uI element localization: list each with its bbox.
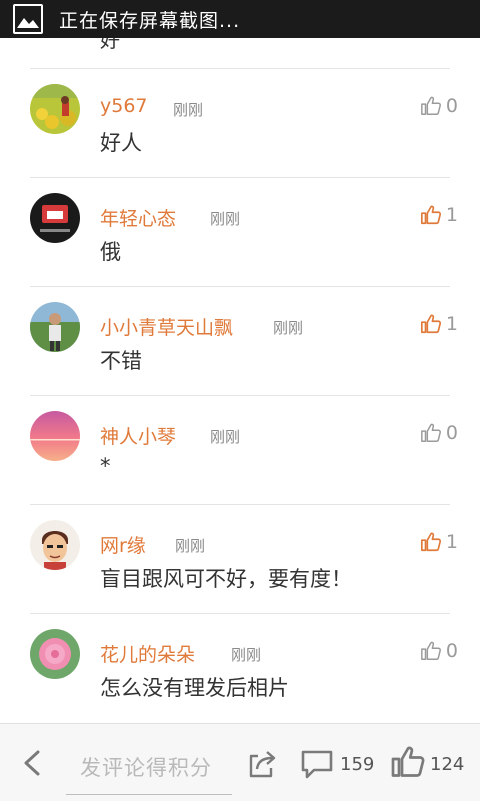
thumb-up-icon [421, 96, 441, 115]
avatar[interactable] [30, 302, 80, 352]
like-count: 1 [445, 531, 458, 553]
comment-time: 刚刚 [210, 210, 241, 228]
comment-text: 怎么没有理发后相片 [100, 676, 289, 700]
like-button[interactable]: 0 [420, 95, 458, 117]
share-icon[interactable] [246, 748, 278, 780]
comment-item: 小小青草天山飘 刚刚 1 不错 [0, 287, 480, 396]
like-count: 0 [445, 422, 458, 444]
bottom-toolbar: 发评论得积分 159 124 [0, 723, 480, 801]
thumb-up-icon [420, 314, 441, 334]
comment-text: 不错 [100, 349, 142, 373]
comment-text: 好人 [100, 131, 142, 155]
like-count: 1 [445, 204, 458, 226]
comment-author[interactable]: 年轻心态 [100, 204, 176, 231]
status-bar: 正在保存屏幕截图... [0, 0, 480, 38]
status-bar-title: 正在保存屏幕截图... [59, 9, 241, 32]
thumb-up-icon [421, 423, 441, 442]
image-icon [13, 4, 43, 34]
avatar[interactable] [30, 193, 80, 243]
comment-text: 盲目跟风可不好，要有度！ [100, 567, 352, 591]
comment-time: 刚刚 [231, 646, 262, 664]
like-count: 0 [445, 640, 458, 662]
back-arrow-icon[interactable] [18, 748, 48, 778]
avatar[interactable] [30, 520, 80, 570]
comment-item: 花儿的朵朵 刚刚 0 怎么没有理发后相片 [0, 614, 480, 723]
like-total-count: 124 [430, 754, 465, 775]
like-count: 0 [445, 95, 458, 117]
thumb-up-icon[interactable] [390, 744, 426, 780]
comment-text: * [100, 454, 111, 478]
comment-author[interactable]: 网r缘 [100, 531, 146, 558]
comment-author[interactable]: 小小青草天山飘 [100, 313, 233, 340]
comment-time: 刚刚 [210, 428, 241, 446]
comment-bubble-icon[interactable] [300, 748, 334, 780]
comment-list[interactable]: 好 y567 刚刚 0 好人 年轻心态 刚刚 1 俄 小小青草天山飘 刚刚 1 … [0, 38, 480, 723]
comment-author[interactable]: 花儿的朵朵 [100, 640, 195, 667]
comment-time: 刚刚 [175, 537, 206, 555]
comment-item: 网r缘 刚刚 1 盲目跟风可不好，要有度！ [0, 505, 480, 614]
comment-time: 刚刚 [173, 101, 204, 119]
comment-text: 俄 [100, 240, 121, 264]
like-button[interactable]: 1 [420, 313, 458, 335]
avatar[interactable] [30, 411, 80, 461]
like-button[interactable]: 1 [420, 204, 458, 226]
comment-author[interactable]: y567 [100, 95, 148, 117]
comment-input-placeholder: 发评论得积分 [80, 756, 212, 780]
comment-input[interactable]: 发评论得积分 [66, 742, 232, 795]
comment-item: 神人小琴 刚刚 0 * [0, 396, 480, 505]
avatar[interactable] [30, 629, 80, 679]
comment-time: 刚刚 [273, 319, 304, 337]
thumb-up-icon [420, 205, 441, 225]
like-button[interactable]: 1 [420, 531, 458, 553]
comment-author[interactable]: 神人小琴 [100, 422, 176, 449]
partial-comment-text: 好 [100, 38, 120, 52]
comment-item: 年轻心态 刚刚 1 俄 [0, 178, 480, 287]
avatar[interactable] [30, 84, 80, 134]
like-button[interactable]: 0 [420, 640, 458, 662]
comment-count: 159 [340, 754, 375, 775]
comment-item: y567 刚刚 0 好人 [0, 69, 480, 178]
thumb-up-icon [420, 532, 441, 552]
like-count: 1 [445, 313, 458, 335]
like-button[interactable]: 0 [420, 422, 458, 444]
thumb-up-icon [421, 641, 441, 660]
